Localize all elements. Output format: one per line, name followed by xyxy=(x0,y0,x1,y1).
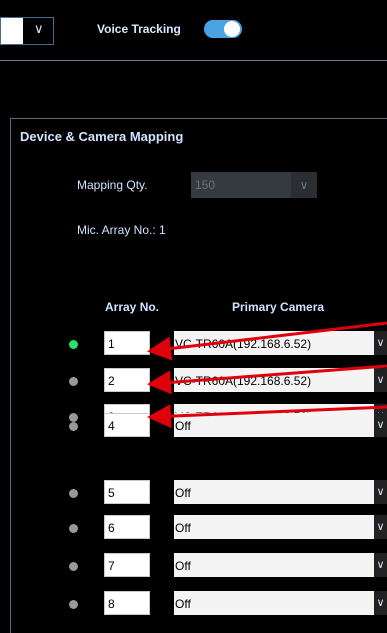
annotation-arrows xyxy=(147,321,387,429)
annotation-arrow xyxy=(147,321,387,361)
annotation-arrow xyxy=(147,364,387,395)
annotation-arrow xyxy=(147,404,387,429)
